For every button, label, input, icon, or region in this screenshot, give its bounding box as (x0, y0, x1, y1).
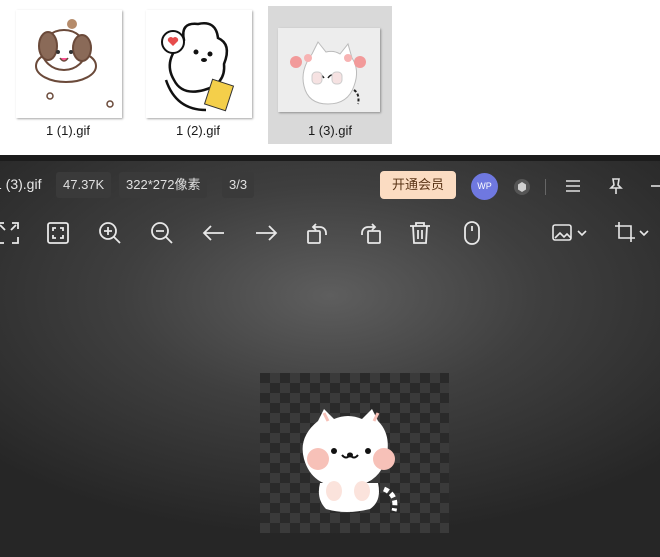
viewer-filename: 1 (3).gif (0, 176, 42, 192)
file-explorer: 1 (1).gif 1 (2).gif 1 (3).gif (0, 0, 660, 155)
file-name: 1 (1).gif (45, 123, 91, 138)
rotate-right-icon[interactable] (356, 219, 384, 247)
thumbnail-bear (146, 10, 252, 118)
rotate-left-icon[interactable] (304, 219, 332, 247)
thumbnail-cat (278, 28, 380, 112)
image-canvas[interactable] (260, 373, 449, 533)
file-size-badge: 47.37K (56, 172, 112, 198)
page-counter-badge: 3/3 (222, 172, 255, 198)
fullscreen-icon[interactable] (0, 219, 22, 247)
zoom-out-icon[interactable] (148, 219, 176, 247)
file-item-selected[interactable]: 1 (3).gif (268, 6, 392, 144)
mouse-mode-icon[interactable] (458, 219, 486, 247)
viewer-toolbar (0, 215, 660, 251)
viewer-titlebar: 1 (3).gif 47.37K 322*272像素 3/3 开通会员 WP (0, 168, 660, 200)
thumbnail-puppy (16, 10, 122, 118)
minimize-icon[interactable] (648, 176, 660, 196)
dimensions-badge: 322*272像素 (119, 172, 208, 198)
delete-icon[interactable] (406, 219, 434, 247)
fit-window-icon[interactable] (44, 219, 72, 247)
menu-icon[interactable] (563, 176, 583, 196)
vip-button[interactable]: 开通会员 (380, 171, 456, 199)
previous-icon[interactable] (200, 219, 228, 247)
next-icon[interactable] (252, 219, 280, 247)
cube-icon[interactable] (513, 178, 531, 196)
file-item[interactable]: 1 (2).gif (136, 6, 260, 144)
image-edit-icon[interactable] (550, 219, 590, 247)
file-item[interactable]: 1 (1).gif (6, 6, 130, 144)
cat-image (302, 409, 398, 512)
zoom-in-icon[interactable] (96, 219, 124, 247)
avatar[interactable]: WP (471, 173, 498, 200)
crop-icon[interactable] (612, 219, 652, 247)
file-name: 1 (3).gif (307, 123, 353, 138)
file-name: 1 (2).gif (175, 123, 221, 138)
divider (545, 179, 546, 195)
image-viewer-window: 1 (3).gif 47.37K 322*272像素 3/3 开通会员 WP (0, 155, 660, 557)
pin-icon[interactable] (606, 176, 626, 196)
